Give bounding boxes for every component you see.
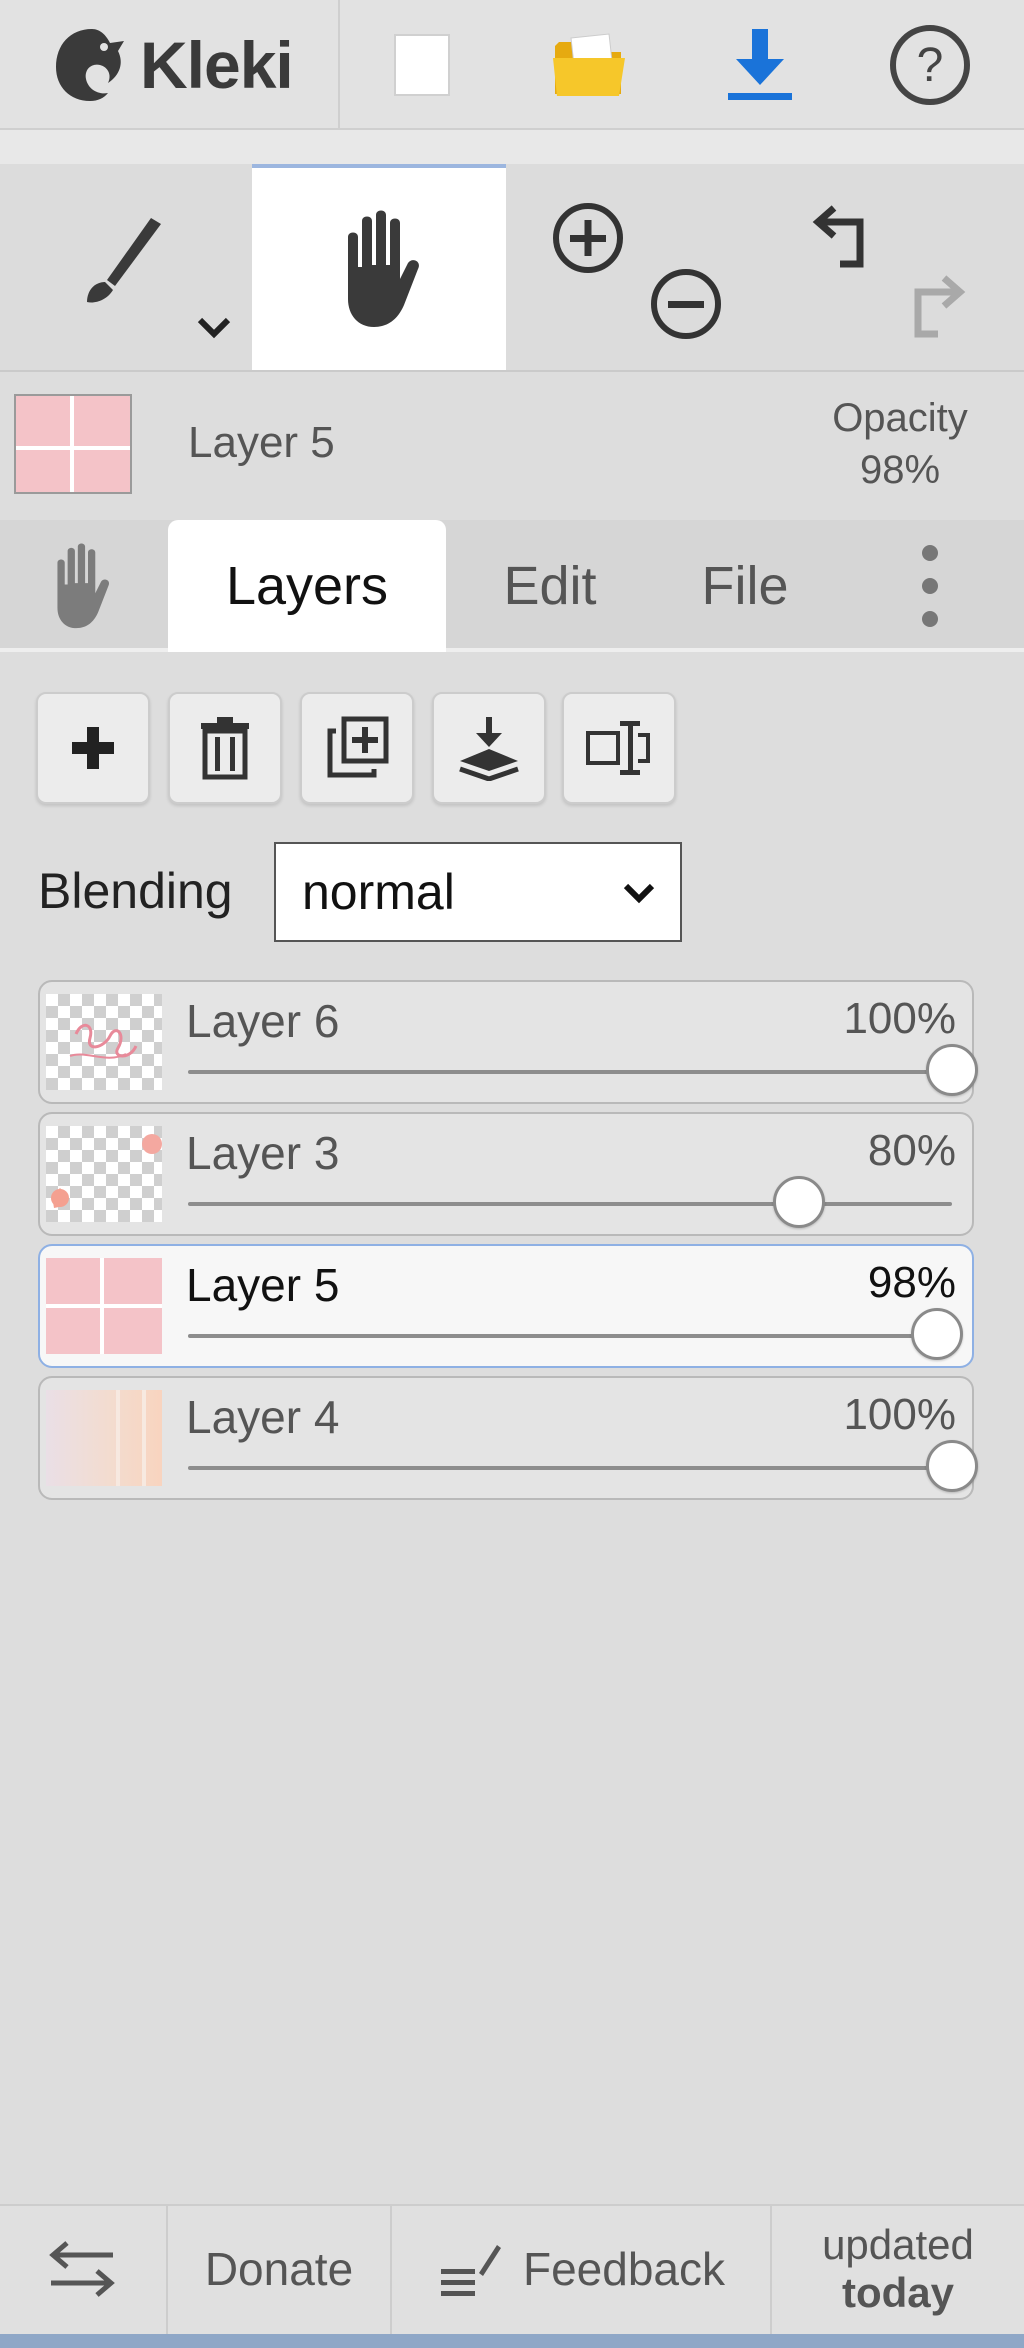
merge-down-icon: [459, 717, 519, 781]
blank-page-icon: [394, 34, 450, 96]
merge-down-button[interactable]: [432, 692, 546, 804]
kleki-logo-icon: [56, 29, 124, 101]
layer-name: Layer 4: [186, 1391, 340, 1443]
slider-knob[interactable]: [773, 1176, 826, 1228]
layer-thumbnail: [46, 1258, 162, 1354]
hand-icon: [348, 210, 419, 327]
hand-icon: [57, 543, 110, 629]
layer-opacity-value: 100%: [843, 1390, 956, 1439]
download-icon: [728, 29, 792, 100]
changelog-button[interactable]: updated today: [772, 2204, 1024, 2334]
brush-tool-button[interactable]: [0, 164, 250, 370]
rename-icon: [586, 721, 650, 775]
updated-when: today: [841, 2269, 954, 2316]
zoom-in-icon[interactable]: [548, 198, 628, 278]
opacity-value: 98%: [859, 448, 941, 492]
add-layer-button[interactable]: [36, 692, 150, 804]
folder-icon: [553, 33, 625, 96]
help-button[interactable]: ?: [880, 20, 980, 110]
zoom-buttons: [508, 164, 762, 370]
donate-button[interactable]: Donate: [168, 2204, 390, 2334]
more-menu-button[interactable]: [890, 520, 970, 652]
help-icon: ?: [890, 25, 970, 105]
current-layer-opacity: Opacity 98%: [800, 392, 1000, 496]
opacity-label: Opacity: [832, 396, 968, 440]
layer-thumbnail: [46, 1390, 162, 1486]
slider-knob[interactable]: [926, 1044, 978, 1096]
layer-opacity-slider[interactable]: [188, 1044, 978, 1096]
layer-row-3[interactable]: Layer 3 80%: [38, 1112, 974, 1236]
app-name: Kleki: [140, 28, 294, 102]
chevron-down-icon: [197, 317, 231, 339]
svg-text:?: ?: [917, 39, 944, 92]
layer-name: Layer 3: [186, 1127, 340, 1179]
hand-tool-button[interactable]: [252, 164, 506, 370]
chevron-down-icon: [623, 883, 655, 904]
layer-3-content: [51, 1134, 162, 1208]
open-file-button[interactable]: [540, 20, 640, 110]
tab-file[interactable]: File: [670, 520, 820, 652]
tab-layers[interactable]: Layers: [168, 520, 446, 652]
slider-knob[interactable]: [926, 1440, 978, 1492]
layer-row-6[interactable]: Layer 6 100%: [38, 980, 978, 1104]
zoom-out-icon[interactable]: [646, 264, 726, 344]
brush-icon: [87, 218, 161, 303]
feedback-button[interactable]: Feedback: [392, 2204, 770, 2334]
trash-icon: [201, 717, 249, 780]
tab-edit[interactable]: Edit: [470, 520, 630, 652]
swap-sides-button[interactable]: [0, 2204, 164, 2334]
blending-mode-select[interactable]: normal: [274, 842, 682, 942]
bottom-border: [0, 2334, 1024, 2348]
current-layer-thumbnail: [14, 394, 132, 494]
layer-opacity-value: 98%: [867, 1258, 956, 1307]
delete-layer-button[interactable]: [168, 692, 282, 804]
blending-label: Blending: [38, 863, 233, 919]
redo-icon[interactable]: [894, 264, 974, 344]
layer-opacity-value: 100%: [843, 994, 956, 1043]
layer-thumbnail: [46, 994, 162, 1090]
feedback-label: Feedback: [522, 2243, 725, 2295]
more-vertical-icon: [922, 545, 938, 627]
undo-icon[interactable]: [804, 194, 884, 274]
layer-row-4[interactable]: Layer 4 100%: [38, 1376, 978, 1500]
current-layer-name: Layer 5: [188, 418, 335, 467]
layer-thumbnail: [46, 1126, 162, 1222]
layer-opacity-slider[interactable]: [188, 1176, 952, 1228]
top-divider: [338, 0, 340, 128]
layer-name: Layer 6: [186, 995, 340, 1047]
slider-knob[interactable]: [910, 1308, 963, 1360]
layer-name: Layer 5: [186, 1259, 340, 1311]
layer-6-content: [69, 1023, 138, 1059]
rename-layer-button[interactable]: [562, 692, 676, 804]
new-image-button[interactable]: [372, 20, 472, 110]
top-shelf: [0, 130, 1024, 166]
download-button[interactable]: [710, 20, 810, 110]
kleki-logo: Kleki: [48, 22, 338, 108]
blending-mode-value: normal: [302, 864, 455, 920]
updated-label: updated: [822, 2221, 974, 2268]
plus-icon: [72, 727, 114, 769]
history-buttons: [764, 164, 1024, 370]
layer-opacity-slider[interactable]: [188, 1440, 978, 1492]
feedback-icon: [440, 2245, 501, 2296]
layer-opacity-slider[interactable]: [188, 1308, 963, 1360]
swap-arrows-icon: [49, 2241, 115, 2297]
tab-hand[interactable]: [20, 520, 140, 652]
duplicate-icon: [327, 716, 389, 778]
duplicate-layer-button[interactable]: [300, 692, 414, 804]
layer-opacity-value: 80%: [867, 1126, 956, 1175]
layer-row-5[interactable]: Layer 5 98%: [38, 1244, 974, 1368]
